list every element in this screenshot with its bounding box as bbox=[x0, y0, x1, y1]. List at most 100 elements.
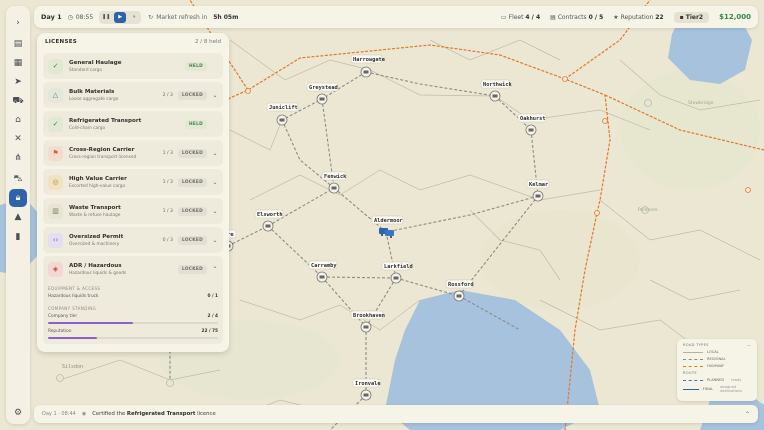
chevron-down-icon[interactable]: ⌄ bbox=[212, 92, 218, 99]
reputation-label: Reputation bbox=[620, 13, 654, 21]
license-name: General Haulage bbox=[69, 59, 122, 66]
license-bulk-materials[interactable]: △ Bulk Materials Loose aggregate cargo 2 … bbox=[43, 82, 223, 108]
licenses-lock-icon[interactable]: 🔒︎ bbox=[9, 189, 27, 207]
truck-icon[interactable]: ⛟ bbox=[9, 92, 27, 110]
contracts-stat[interactable]: ▤ Contracts 0 / 5 bbox=[550, 14, 603, 21]
fleet-stat[interactable]: ▭ Fleet 4 / 4 bbox=[501, 14, 540, 21]
legend-label: PLANNED bbox=[707, 378, 725, 382]
garage-icon[interactable]: ⌂ bbox=[9, 111, 27, 129]
license-progress: 1 / 3 bbox=[162, 150, 173, 156]
svg-text:Juniclift: Juniclift bbox=[269, 105, 298, 111]
fleet-value: 4 / 4 bbox=[525, 13, 541, 21]
legend-label: REGIONAL bbox=[707, 357, 726, 361]
licenses-panel: LICENSES 2 / 8 held ✓ General Haulage Sta… bbox=[37, 33, 229, 352]
check-icon: ✓ bbox=[48, 116, 63, 132]
license-sub: Waste & refuse haulage bbox=[69, 212, 121, 218]
license-refrigerated-transport[interactable]: ✓ Refrigerated Transport Cold-chain cargo… bbox=[43, 111, 223, 137]
contracts-label: Contracts bbox=[557, 13, 587, 21]
coin-icon: ◎ bbox=[48, 174, 63, 190]
tools-icon[interactable]: ✕ bbox=[9, 130, 27, 148]
chevron-down-icon[interactable]: ⌄ bbox=[212, 150, 218, 157]
city-aldermoor[interactable]: Aldermoor bbox=[371, 215, 404, 225]
license-high-value-carrier[interactable]: ◎ High Value Carrier Escorted high-value … bbox=[43, 169, 223, 195]
mountain-icon: △ bbox=[48, 87, 63, 103]
network-icon[interactable]: ⋔ bbox=[9, 149, 27, 167]
company-icon[interactable]: ▲ bbox=[9, 208, 27, 226]
legend-sub: assigned destinations bbox=[720, 385, 743, 393]
chevron-up-icon[interactable]: ⌃ bbox=[212, 266, 218, 273]
legend-routes-header: ROUTE bbox=[683, 371, 697, 375]
check-icon: ✓ bbox=[48, 58, 63, 74]
play-button[interactable]: ▶ bbox=[114, 11, 127, 23]
chevron-down-icon[interactable]: ⌄ bbox=[212, 208, 218, 215]
status-badge: LOCKED bbox=[177, 148, 207, 158]
market-refresh: ↻ Market refresh in 5h 05m bbox=[148, 14, 238, 21]
reputation-progress-bar bbox=[48, 337, 218, 339]
license-name: Waste Transport bbox=[69, 204, 121, 211]
expand-up-icon[interactable]: ⌃ bbox=[745, 411, 750, 418]
license-sub: Escorted high-value cargo bbox=[69, 183, 126, 189]
time-controls: ❚❚ ▶ » bbox=[99, 10, 142, 24]
stats-chart-icon[interactable]: ▮ bbox=[9, 228, 27, 246]
document-icon[interactable]: ▤ bbox=[9, 35, 27, 53]
trailer-icon[interactable]: ⛍ bbox=[9, 170, 27, 188]
license-name: Bulk Materials bbox=[69, 88, 115, 95]
license-waste-transport[interactable]: ▥ Waste Transport Waste & refuse haulage … bbox=[43, 198, 223, 224]
pause-button[interactable]: ❚❚ bbox=[100, 12, 112, 23]
chevron-down-icon[interactable]: ⌄ bbox=[212, 179, 218, 186]
status-badge: LOCKED bbox=[177, 206, 207, 216]
legend-highway: HIGHWAY bbox=[683, 364, 751, 368]
clipboard-icon[interactable]: ▦ bbox=[9, 54, 27, 72]
requirement-label: Hazardous liquids truck bbox=[48, 294, 99, 299]
fast-forward-button[interactable]: » bbox=[128, 12, 140, 23]
contracts-icon: ▤ bbox=[550, 13, 558, 21]
collapse-icon[interactable]: — bbox=[747, 343, 751, 347]
tier-badge[interactable]: ▪ Tier2 bbox=[673, 11, 710, 23]
panel-title: LICENSES bbox=[45, 38, 78, 45]
shield-icon: ◉ bbox=[81, 411, 87, 417]
settings-gear-icon[interactable]: ⚙ bbox=[9, 404, 27, 422]
legend-final: FINAL assigned destinations bbox=[683, 385, 751, 393]
star-icon: ★ bbox=[613, 13, 621, 21]
expand-chevron-icon[interactable]: › bbox=[9, 14, 27, 32]
chevron-down-icon[interactable]: ⌄ bbox=[212, 237, 218, 244]
requirement-value: 0 / 1 bbox=[207, 294, 218, 299]
event-message: Certified the Refrigerated Transport lic… bbox=[92, 411, 216, 417]
day-label: Day 1 bbox=[41, 13, 62, 21]
money-balance: $12,000 bbox=[719, 13, 751, 21]
tier-progress-bar bbox=[48, 322, 218, 324]
city-label-silsdon: Silsdon bbox=[62, 364, 83, 370]
market-time: 5h 05m bbox=[213, 13, 239, 21]
svg-text:Brookhaven: Brookhaven bbox=[353, 313, 385, 319]
legend-label: HIGHWAY bbox=[707, 364, 724, 368]
market-label: Market refresh in bbox=[156, 13, 208, 21]
svg-text:Larkfield: Larkfield bbox=[384, 264, 413, 270]
license-sub: Loose aggregate cargo bbox=[69, 96, 119, 102]
company-header: COMPANY STANDING bbox=[48, 306, 97, 311]
hazard-icon: ◈ bbox=[48, 261, 63, 277]
license-sub: Hazardous liquids & goods bbox=[69, 270, 127, 276]
license-sub: Cold-chain cargo bbox=[69, 125, 106, 131]
clock-icon: ◷ bbox=[67, 13, 73, 21]
event-message-bold: Refrigerated Transport bbox=[126, 411, 196, 417]
license-adr-hazardous[interactable]: ◈ ADR / Hazardous Hazardous liquids & goo… bbox=[48, 256, 218, 282]
status-badge: LOCKED bbox=[177, 177, 207, 187]
send-icon[interactable]: ➤ bbox=[9, 73, 27, 91]
license-progress: 0 / 3 bbox=[162, 237, 173, 243]
license-oversized-permit[interactable]: ‹› Oversized Permit Oversized & machinery… bbox=[43, 227, 223, 253]
refresh-icon: ↻ bbox=[148, 13, 154, 21]
license-cross-region-carrier[interactable]: ⚑ Cross-Region Carrier Cross-region trans… bbox=[43, 140, 223, 166]
equipment-requirement: Hazardous liquids truck 0 / 1 bbox=[48, 294, 218, 299]
legend-title: ROAD TYPES bbox=[683, 343, 709, 347]
tier-progress-fill bbox=[48, 322, 133, 324]
legend-regional: REGIONAL bbox=[683, 357, 751, 361]
license-general-haulage[interactable]: ✓ General Haulage Standard cargo HELD bbox=[43, 53, 223, 79]
top-status-bar: Day 1 ◷ 08:55 ❚❚ ▶ » ↻ Market refresh in 5h… bbox=[34, 6, 758, 28]
svg-text:Rossford: Rossford bbox=[448, 282, 474, 288]
fleet-icon: ▭ bbox=[501, 13, 509, 21]
svg-text:Harrowgate: Harrowgate bbox=[353, 57, 385, 63]
svg-text:Kelmar: Kelmar bbox=[529, 182, 548, 188]
event-log-bar[interactable]: Day 1 · 08:44 ◉ Certified the Refrigerat… bbox=[34, 405, 758, 423]
reputation-stat[interactable]: ★ Reputation 22 bbox=[613, 14, 663, 21]
map-legend: ROAD TYPES — LOCAL REGIONAL HIGHWAY ROUTE… bbox=[677, 339, 757, 401]
